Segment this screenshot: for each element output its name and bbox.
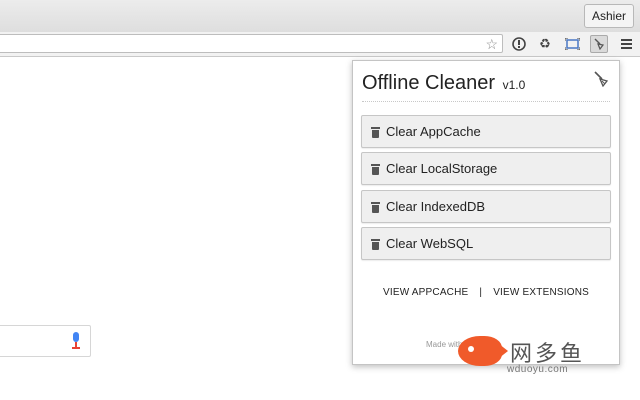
clear-websql-button[interactable]: Clear WebSQL xyxy=(361,227,611,260)
view-appcache-link[interactable]: VIEW APPCACHE xyxy=(383,287,468,298)
trash-icon xyxy=(371,127,380,138)
broom-icon xyxy=(593,71,609,92)
trash-icon xyxy=(371,202,380,213)
button-label: Clear WebSQL xyxy=(386,236,474,251)
menu-icon[interactable] xyxy=(617,35,635,53)
popup-title: Offline Cleaner v1.0 xyxy=(362,72,525,95)
address-bar[interactable]: ☆ xyxy=(0,34,503,53)
link-separator: | xyxy=(479,287,483,298)
recycle-icon[interactable]: ♻ xyxy=(536,35,554,53)
search-input[interactable] xyxy=(0,325,91,357)
star-icon[interactable]: ☆ xyxy=(485,36,498,52)
clear-appcache-button[interactable]: Clear AppCache xyxy=(361,115,611,148)
popup-version: v1.0 xyxy=(502,78,526,92)
profile-button[interactable]: Ashier xyxy=(583,4,634,28)
broom-extension-icon[interactable] xyxy=(590,35,608,53)
popup-footer: Made with xyxy=(426,340,463,349)
button-label: Clear IndexedDB xyxy=(386,199,485,214)
browser-title-bar: Ashier xyxy=(0,0,640,32)
trash-icon xyxy=(371,239,380,250)
view-extensions-link[interactable]: VIEW EXTENSIONS xyxy=(493,287,589,298)
clear-localstorage-button[interactable]: Clear LocalStorage xyxy=(361,152,611,185)
info-icon[interactable] xyxy=(510,35,528,53)
clear-indexeddb-button[interactable]: Clear IndexedDB xyxy=(361,190,611,223)
browser-toolbar: ☆ ♻ xyxy=(0,32,640,57)
screen-icon[interactable] xyxy=(563,35,581,53)
popup-links: VIEW APPCACHE | VIEW EXTENSIONS xyxy=(353,287,619,298)
button-label: Clear AppCache xyxy=(386,124,481,139)
watermark-fish-tail xyxy=(494,340,508,362)
microphone-icon[interactable] xyxy=(72,332,80,352)
button-label: Clear LocalStorage xyxy=(386,161,498,176)
popup-title-text: Offline Cleaner xyxy=(362,72,496,94)
title-divider xyxy=(362,101,610,102)
offline-cleaner-popup: Offline Cleaner v1.0 Clear AppCache Clea… xyxy=(352,60,620,365)
watermark-url: wduoyu.com xyxy=(507,364,569,375)
trash-icon xyxy=(371,164,380,175)
